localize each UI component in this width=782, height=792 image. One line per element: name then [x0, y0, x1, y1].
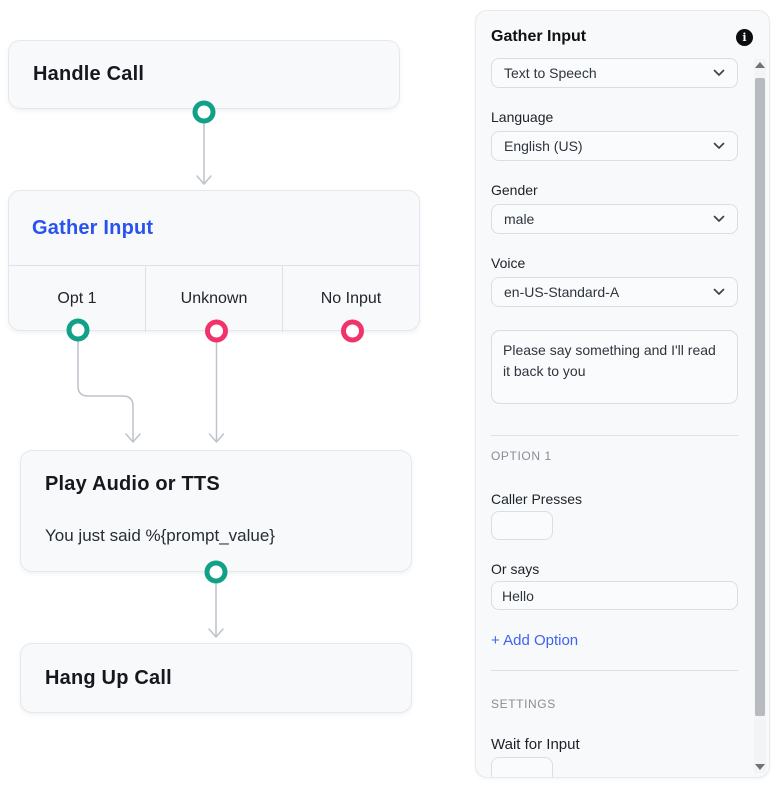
node-title: Handle Call: [33, 63, 144, 86]
arrowhead-icon: [197, 176, 211, 184]
scrollbar-thumb[interactable]: [755, 78, 765, 716]
chevron-down-icon: [713, 288, 725, 296]
port-no-input[interactable]: [344, 322, 362, 340]
gender-label: Gender: [491, 182, 738, 198]
port-handle-call-out[interactable]: [195, 103, 213, 121]
gender-select[interactable]: male: [491, 204, 738, 234]
voice-select[interactable]: en-US-Standard-A: [491, 277, 738, 307]
node-gather-input[interactable]: Gather Input Opt 1 Unknown No Input: [8, 190, 420, 331]
add-option-link[interactable]: + Add Option: [491, 632, 738, 649]
connector-opt1-to-play: [78, 341, 133, 441]
scroll-down-arrow-icon[interactable]: [755, 764, 765, 770]
node-title-row: Gather Input: [9, 191, 419, 265]
arrowhead-icon: [209, 629, 223, 637]
port-play-audio-out[interactable]: [207, 563, 225, 581]
wait-for-input-input[interactable]: [491, 757, 553, 778]
scroll-up-arrow-icon[interactable]: [755, 62, 765, 68]
chevron-down-icon: [713, 69, 725, 77]
panel-title: Gather Input: [491, 28, 586, 46]
language-label: Language: [491, 109, 738, 125]
arrowhead-icon: [210, 434, 224, 442]
panel-header: Gather Input i: [476, 11, 769, 46]
prompt-text-textarea[interactable]: Please say something and I'll read it ba…: [491, 330, 738, 404]
voice-value: en-US-Standard-A: [504, 284, 619, 300]
info-icon[interactable]: i: [736, 29, 753, 46]
node-handle-call[interactable]: Handle Call: [8, 40, 400, 109]
gender-value: male: [504, 211, 534, 227]
call-flow-builder: Handle Call Gather Input Opt 1 Unknown N…: [0, 0, 782, 792]
node-play-audio-tts[interactable]: Play Audio or TTS You just said %{prompt…: [20, 450, 412, 572]
flow-canvas: Handle Call Gather Input Opt 1 Unknown N…: [0, 0, 470, 792]
or-says-input[interactable]: [491, 581, 738, 610]
or-says-label: Or says: [491, 561, 738, 577]
node-title: Gather Input: [32, 217, 153, 240]
wait-for-input-label: Wait for Input: [491, 736, 738, 753]
prompt-type-select[interactable]: Text to Speech: [491, 58, 738, 88]
node-body-text: You just said %{prompt_value}: [45, 526, 387, 546]
caller-presses-input[interactable]: [491, 511, 553, 540]
section-divider: [491, 670, 738, 671]
port-opt-1[interactable]: [69, 321, 87, 339]
caller-presses-label: Caller Presses: [491, 491, 738, 507]
section-divider: [491, 435, 738, 436]
properties-panel: Gather Input i Text to Speech Language E…: [475, 10, 770, 778]
voice-label: Voice: [491, 255, 738, 271]
option-1-section-label: OPTION 1: [491, 449, 738, 463]
node-title: Hang Up Call: [45, 667, 172, 690]
chevron-down-icon: [713, 142, 725, 150]
settings-section-label: SETTINGS: [491, 697, 738, 711]
panel-scrollbar[interactable]: [754, 59, 766, 773]
panel-body: Text to Speech Language English (US) Gen…: [476, 46, 769, 778]
node-hang-up-call[interactable]: Hang Up Call: [20, 643, 412, 713]
arrowhead-icon: [126, 434, 140, 442]
chevron-down-icon: [713, 215, 725, 223]
language-select[interactable]: English (US): [491, 131, 738, 161]
prompt-type-value: Text to Speech: [504, 65, 597, 81]
node-title: Play Audio or TTS: [45, 473, 387, 496]
port-unknown[interactable]: [208, 322, 226, 340]
language-value: English (US): [504, 138, 583, 154]
